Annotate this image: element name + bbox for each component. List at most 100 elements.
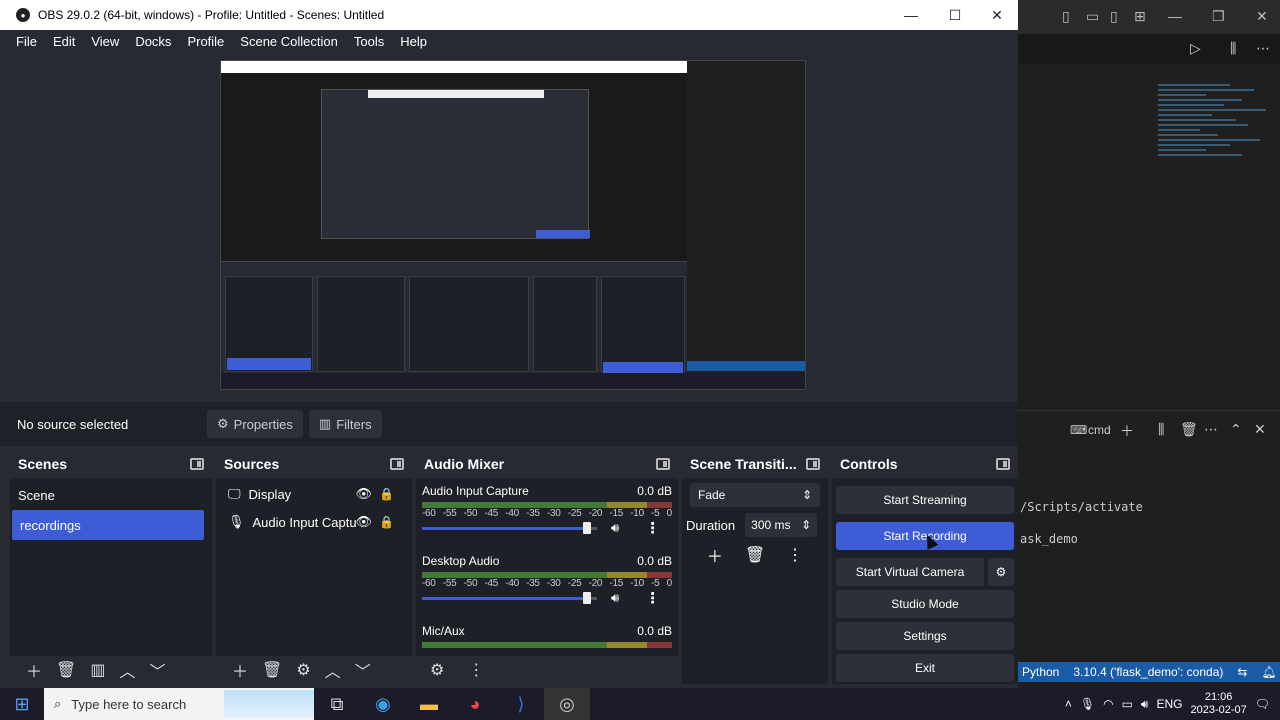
move-up-icon[interactable]: ︿: [119, 658, 135, 682]
close-panel-icon[interactable]: ✕: [1254, 421, 1266, 438]
move-down-icon[interactable]: ﹀: [355, 658, 371, 682]
terminal-output[interactable]: /Scripts/activate ask_demo: [1018, 448, 1280, 658]
terminal-line: ask_demo: [1020, 532, 1078, 546]
windows-start-icon[interactable]: ⊞: [0, 688, 44, 720]
scene-item-scene[interactable]: Scene: [10, 480, 212, 510]
split-editor-icon[interactable]: ⫼: [1230, 40, 1236, 57]
spin-arrows-icon[interactable]: ⇕: [801, 518, 811, 532]
start-virtual-camera-button[interactable]: Start Virtual Camera: [836, 558, 984, 586]
menu-help[interactable]: Help: [392, 34, 435, 49]
add-scene-icon[interactable]: ＋: [26, 658, 42, 682]
move-down-icon[interactable]: ﹀: [149, 658, 165, 682]
undock-icon[interactable]: [390, 458, 404, 470]
broadcast-icon[interactable]: ⇆: [1237, 665, 1247, 679]
kebab-menu-icon[interactable]: ⋮: [468, 660, 484, 680]
minimize-button[interactable]: —: [888, 0, 934, 30]
maximize-panel-icon[interactable]: ⌃: [1230, 421, 1242, 438]
file-explorer-icon[interactable]: ▬: [406, 688, 452, 720]
battery-icon[interactable]: ▭: [1122, 697, 1133, 711]
close-button[interactable]: ✕: [974, 0, 1020, 30]
clock[interactable]: 21:06 2023-02-07: [1190, 691, 1246, 717]
speaker-icon[interactable]: 🔊︎: [611, 590, 619, 606]
menu-view[interactable]: View: [83, 34, 127, 49]
scene-filters-icon[interactable]: ▥: [90, 660, 105, 680]
kebab-menu-icon[interactable]: ⋮: [645, 589, 660, 607]
vscode-restore-icon[interactable]: ❐: [1212, 8, 1225, 25]
sidebar-icon[interactable]: ▯: [1110, 8, 1118, 25]
wifi-icon[interactable]: ◠: [1103, 697, 1113, 711]
customize-layout-icon[interactable]: ⊞: [1134, 8, 1146, 25]
menu-profile[interactable]: Profile: [179, 34, 232, 49]
maximize-button[interactable]: ☐: [932, 0, 978, 30]
duration-spinbox[interactable]: 300 ms ⇕: [745, 513, 818, 537]
bell-icon[interactable]: 🔔︎: [1261, 665, 1276, 679]
filters-button[interactable]: ▥ Filters: [308, 410, 382, 438]
new-terminal-icon[interactable]: ＋: [1120, 421, 1134, 441]
kebab-menu-icon[interactable]: ⋮: [787, 545, 803, 565]
add-source-icon[interactable]: ＋: [232, 658, 248, 682]
language-mode[interactable]: Python: [1022, 665, 1059, 679]
program-preview[interactable]: [220, 60, 806, 390]
chrome-icon[interactable]: ◕: [452, 688, 498, 720]
split-terminal-icon[interactable]: ⫼: [1158, 421, 1164, 438]
menu-edit[interactable]: Edit: [45, 34, 83, 49]
remove-transition-icon[interactable]: 🗑: [745, 545, 765, 565]
vscode-icon[interactable]: ⟩: [498, 688, 544, 720]
menu-file[interactable]: File: [8, 34, 45, 49]
undock-icon[interactable]: [190, 458, 204, 470]
undock-icon[interactable]: [806, 458, 820, 470]
trash-icon[interactable]: 🗑: [1180, 421, 1198, 438]
remove-source-icon[interactable]: 🗑: [262, 660, 282, 680]
vscode-minimize-icon[interactable]: —: [1168, 8, 1182, 24]
slider-thumb[interactable]: [583, 592, 591, 604]
transition-select[interactable]: Fade ⇕: [690, 483, 820, 507]
source-properties-icon[interactable]: ⚙: [296, 660, 310, 680]
virtual-camera-gear-icon[interactable]: ⚙: [988, 558, 1014, 586]
kebab-menu-icon[interactable]: ⋮: [645, 519, 660, 537]
lock-icon[interactable]: 🔒: [379, 487, 394, 501]
python-interpreter[interactable]: 3.10.4 ('flask_demo': conda): [1073, 665, 1223, 679]
taskbar-search[interactable]: ⌕ Type here to search: [44, 688, 314, 720]
settings-button[interactable]: Settings: [836, 622, 1014, 650]
lock-icon[interactable]: 🔒: [379, 515, 394, 529]
scene-item-recordings[interactable]: recordings: [12, 510, 204, 540]
undock-icon[interactable]: [996, 458, 1010, 470]
task-view-icon[interactable]: ⧉: [314, 688, 360, 720]
undock-icon[interactable]: [656, 458, 670, 470]
start-recording-button[interactable]: Start Recording: [836, 522, 1014, 550]
advanced-audio-icon[interactable]: ⚙: [430, 660, 444, 680]
edge-icon[interactable]: ◉: [360, 688, 406, 720]
run-icon[interactable]: ▷: [1190, 40, 1201, 57]
start-streaming-button[interactable]: Start Streaming: [836, 486, 1014, 514]
notification-icon[interactable]: 🗨: [1255, 697, 1270, 711]
language-indicator[interactable]: ENG: [1156, 697, 1182, 711]
studio-mode-button[interactable]: Studio Mode: [836, 590, 1014, 618]
more-icon[interactable]: ⋯: [1256, 40, 1270, 57]
vscode-close-icon[interactable]: ✕: [1256, 8, 1268, 25]
menu-scene-collection[interactable]: Scene Collection: [232, 34, 346, 49]
controls-dock: Controls Start Streaming Start Recording…: [832, 450, 1018, 684]
menu-tools[interactable]: Tools: [346, 34, 392, 49]
remove-scene-icon[interactable]: 🗑: [56, 660, 76, 680]
source-item[interactable]: 🎙 Audio Input Captu 👁 🔒: [216, 508, 412, 536]
obs-taskbar-icon[interactable]: ◎: [544, 688, 590, 720]
panel-icon[interactable]: ▭: [1086, 8, 1099, 25]
menu-docks[interactable]: Docks: [127, 34, 179, 49]
source-item[interactable]: 🖵 Display 👁 🔒: [216, 480, 412, 508]
add-transition-icon[interactable]: ＋: [707, 543, 723, 567]
layout-icon[interactable]: ▯: [1062, 8, 1070, 25]
more-icon[interactable]: ⋯: [1204, 421, 1218, 438]
volume-slider[interactable]: 🔊︎ ⋮: [422, 519, 672, 537]
eye-icon[interactable]: 👁: [355, 486, 372, 502]
chevron-up-icon[interactable]: ˄: [1065, 697, 1072, 711]
slider-thumb[interactable]: [583, 522, 591, 534]
speaker-icon[interactable]: 🔊︎: [611, 520, 619, 536]
volume-icon[interactable]: 🔊︎: [1141, 697, 1149, 712]
volume-slider[interactable]: 🔊︎ ⋮: [422, 589, 672, 607]
microphone-icon[interactable]: 🎙: [1080, 697, 1095, 711]
properties-button[interactable]: ⚙ Properties: [207, 410, 303, 438]
eye-icon[interactable]: 👁: [355, 514, 372, 530]
exit-button[interactable]: Exit: [836, 654, 1014, 682]
move-up-icon[interactable]: ︿: [325, 658, 341, 682]
terminal-tab[interactable]: cmd: [1088, 423, 1111, 437]
